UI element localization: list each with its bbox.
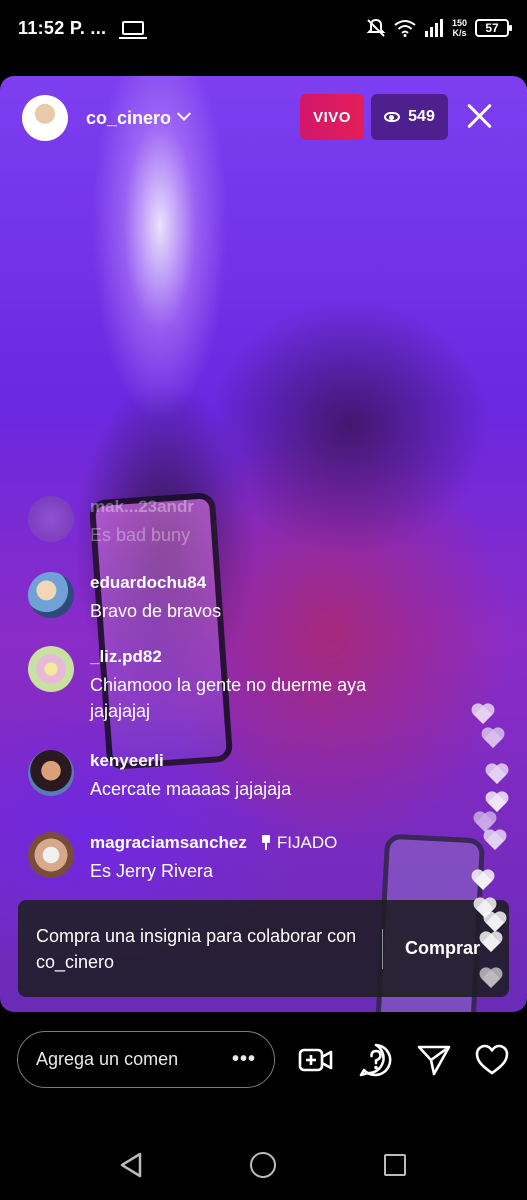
comment-username[interactable]: magraciamsanchez bbox=[90, 833, 247, 852]
heart-icon bbox=[480, 968, 502, 990]
live-header: co_cinero VIVO 549 bbox=[22, 94, 507, 142]
eye-icon bbox=[384, 112, 401, 122]
viewer-count[interactable]: 549 bbox=[371, 94, 448, 140]
comment-item: _liz.pd82 Chiamooo la gente no duerme ay… bbox=[28, 646, 420, 724]
heart-icon bbox=[472, 704, 494, 726]
send-icon[interactable] bbox=[416, 1042, 452, 1078]
status-time: 11:52 P. ... bbox=[18, 17, 107, 38]
battery-icon: 57 bbox=[475, 19, 512, 37]
comment-user[interactable]: mak...23andr bbox=[90, 496, 194, 518]
heart-icon bbox=[484, 830, 506, 852]
laptop-icon bbox=[119, 21, 148, 39]
status-bar: 11:52 P. ... 150 K/s 57 bbox=[0, 0, 527, 56]
avatar[interactable] bbox=[28, 572, 74, 618]
chevron-down-icon[interactable] bbox=[176, 106, 192, 121]
signal-icon bbox=[424, 19, 443, 37]
heart-icon bbox=[480, 932, 502, 954]
question-icon[interactable] bbox=[358, 1042, 394, 1078]
pinned-label: FIJADO bbox=[276, 833, 338, 852]
avatar[interactable] bbox=[28, 750, 74, 796]
network-speed: 150 K/s bbox=[452, 18, 467, 38]
floating-hearts bbox=[466, 700, 516, 1000]
heart-icon[interactable] bbox=[474, 1042, 510, 1078]
comment-text: Es bad buny bbox=[90, 525, 191, 545]
comment-text: Chiamooo la gente no duerme aya jajajaja… bbox=[90, 675, 367, 721]
host-name[interactable]: co_cinero bbox=[86, 108, 171, 129]
mute-bell-icon bbox=[366, 18, 386, 37]
avatar[interactable] bbox=[28, 646, 74, 692]
close-icon[interactable] bbox=[461, 98, 497, 134]
live-badge: VIVO bbox=[300, 94, 364, 140]
speed-unit: K/s bbox=[452, 28, 467, 38]
comment-item: mak...23andr Es bad buny bbox=[28, 496, 194, 548]
heart-icon bbox=[482, 728, 504, 750]
back-icon[interactable] bbox=[118, 1152, 144, 1178]
more-options-icon[interactable]: ••• bbox=[232, 1048, 256, 1071]
wifi-icon bbox=[394, 20, 416, 37]
comment-item: eduardochu84 Bravo de bravos bbox=[28, 572, 221, 624]
comment-text: Acercate maaaas jajajaja bbox=[90, 779, 292, 799]
host-avatar[interactable] bbox=[22, 95, 68, 141]
comment-user[interactable]: magraciamsanchez FIJADO bbox=[90, 832, 337, 854]
comment-placeholder: Agrega un comen bbox=[36, 1049, 179, 1069]
recents-icon[interactable] bbox=[384, 1154, 406, 1176]
comment-input[interactable]: Agrega un comen ••• bbox=[17, 1031, 275, 1088]
system-nav-bar bbox=[0, 1130, 527, 1200]
comment-user[interactable]: _liz.pd82 bbox=[90, 646, 420, 668]
speed-value: 150 bbox=[451, 18, 467, 28]
heart-icon bbox=[472, 870, 494, 892]
comment-item: magraciamsanchez FIJADO Es Jerry Rivera bbox=[28, 832, 337, 884]
avatar[interactable] bbox=[28, 496, 74, 542]
viewer-count-value: 549 bbox=[408, 108, 435, 125]
status-right: 150 K/s 57 bbox=[366, 18, 512, 38]
comment-text: Es Jerry Rivera bbox=[90, 861, 214, 881]
pin-icon bbox=[261, 835, 271, 850]
comment-user[interactable]: eduardochu84 bbox=[90, 572, 221, 594]
heart-icon bbox=[486, 764, 508, 786]
battery-level: 57 bbox=[485, 21, 499, 35]
comment-user[interactable]: kenyeerli bbox=[90, 750, 291, 772]
home-icon[interactable] bbox=[250, 1152, 276, 1178]
add-video-icon[interactable] bbox=[298, 1042, 334, 1078]
comment-item: kenyeerli Acercate maaaas jajajaja bbox=[28, 750, 291, 802]
badge-banner: Compra una insignia para colaborar con c… bbox=[18, 900, 509, 997]
avatar[interactable] bbox=[28, 832, 74, 878]
banner-text: Compra una insignia para colaborar con c… bbox=[36, 925, 357, 972]
divider bbox=[382, 928, 383, 969]
comment-text: Bravo de bravos bbox=[90, 601, 222, 621]
